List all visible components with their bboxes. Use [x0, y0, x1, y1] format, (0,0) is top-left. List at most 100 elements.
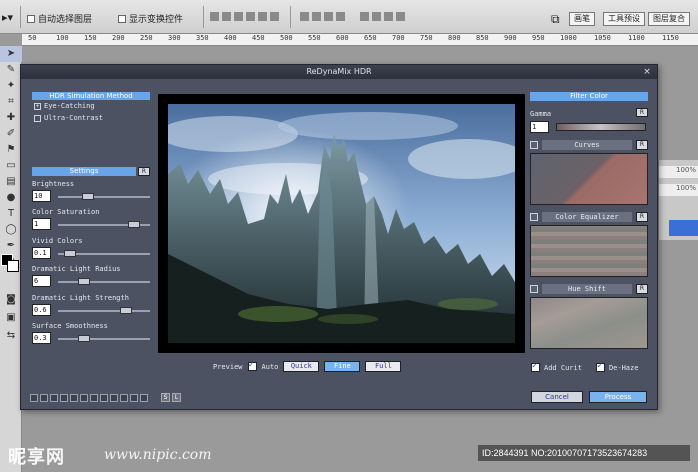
color-equalizer-reset-button[interactable]: R: [636, 212, 648, 222]
load-preset-icon[interactable]: L: [172, 393, 181, 402]
distribute-center-icon[interactable]: [396, 12, 405, 21]
preset-slot[interactable]: [140, 394, 148, 402]
auto-select-layer-option[interactable]: 自动选择图层: [27, 12, 92, 25]
process-button[interactable]: Process: [589, 391, 647, 403]
param-value-field[interactable]: 10: [32, 190, 51, 202]
align-top-icon[interactable]: [210, 12, 219, 21]
gamma-value-field[interactable]: 1: [530, 121, 549, 133]
slider-track[interactable]: [58, 281, 150, 283]
align-bottom-icon[interactable]: [234, 12, 243, 21]
opacity-field[interactable]: 100%: [659, 166, 698, 178]
shape-tool-icon[interactable]: ◯: [0, 222, 22, 238]
param-value-field[interactable]: 0.3: [32, 332, 51, 344]
hue-shift-enable-checkbox[interactable]: [530, 285, 538, 293]
align-center-icon[interactable]: [258, 12, 267, 21]
selected-layer[interactable]: [669, 220, 698, 236]
color-equalizer-enable-checkbox[interactable]: [530, 213, 538, 221]
auto-preview-checkbox[interactable]: [247, 360, 257, 371]
save-preset-icon[interactable]: S: [161, 393, 170, 402]
stamp-tool-icon[interactable]: ⚑: [0, 142, 22, 158]
hue-shift-reset-button[interactable]: R: [636, 284, 648, 294]
slider-knob[interactable]: [82, 193, 94, 200]
workspace-button-brush[interactable]: 画笔: [569, 12, 595, 26]
distribute-h-icon[interactable]: [360, 12, 369, 21]
workspace-icon[interactable]: ⧉: [551, 12, 560, 27]
slider-track[interactable]: [58, 338, 150, 340]
preset-slot[interactable]: [30, 394, 38, 402]
distribute-middle-icon[interactable]: [312, 12, 321, 21]
align-right-icon[interactable]: [270, 12, 279, 21]
close-icon[interactable]: ×: [641, 65, 653, 79]
param-value-field[interactable]: 0.6: [32, 304, 51, 316]
preview-area[interactable]: [158, 94, 525, 353]
slider-knob[interactable]: [78, 335, 90, 342]
slider-knob[interactable]: [64, 250, 76, 257]
preset-slot[interactable]: [40, 394, 48, 402]
preset-slot[interactable]: [70, 394, 78, 402]
preview-fine-button[interactable]: Fine: [324, 361, 361, 372]
preset-slot[interactable]: [110, 394, 118, 402]
settings-reset-button[interactable]: R: [138, 167, 150, 176]
distribute-left-icon[interactable]: [336, 12, 345, 21]
slider-knob[interactable]: [78, 278, 90, 285]
eraser-tool-icon[interactable]: ▭: [0, 158, 22, 174]
gamma-slider[interactable]: [556, 123, 646, 131]
distribute-top-icon[interactable]: [300, 12, 309, 21]
preset-slot[interactable]: [100, 394, 108, 402]
eyedropper-tool-icon[interactable]: ✒: [0, 238, 22, 254]
distribute-v-icon[interactable]: [372, 12, 381, 21]
auto-select-checkbox[interactable]: [27, 14, 35, 23]
align-middle-icon[interactable]: [222, 12, 231, 21]
fill-field[interactable]: 100%: [659, 184, 698, 196]
preview-quick-button[interactable]: Quick: [283, 361, 320, 372]
align-left-icon[interactable]: [246, 12, 255, 21]
distribute-buttons-group[interactable]: [300, 12, 345, 21]
align-buttons-group[interactable]: [210, 12, 279, 21]
add-curit-checkbox[interactable]: [531, 361, 540, 372]
color-equalizer-preview[interactable]: [530, 225, 648, 277]
distribute-right-icon[interactable]: [384, 12, 393, 21]
quick-mask-icon[interactable]: ◙: [0, 292, 22, 308]
preview-full-button[interactable]: Full: [365, 361, 402, 372]
preset-slot[interactable]: [60, 394, 68, 402]
healing-brush-icon[interactable]: ✚: [0, 110, 22, 126]
preset-slot[interactable]: [130, 394, 138, 402]
curves-preview[interactable]: [530, 153, 648, 205]
slider-track[interactable]: [58, 196, 150, 198]
distribute-buttons-group-2[interactable]: [360, 12, 405, 21]
preset-slot[interactable]: [90, 394, 98, 402]
screen-mode-icon[interactable]: ▣: [0, 310, 22, 326]
brush-tool-icon[interactable]: ✐: [0, 126, 22, 142]
workspace-button-tool-presets[interactable]: 工具预设: [603, 12, 645, 26]
crop-tool-icon[interactable]: ⌗: [0, 94, 22, 110]
workspace-button-layer-comps[interactable]: 图层复合: [648, 12, 690, 26]
curves-reset-button[interactable]: R: [636, 140, 648, 150]
background-color-swatch[interactable]: [7, 260, 19, 272]
distribute-bottom-icon[interactable]: [324, 12, 333, 21]
mode-eye-catching[interactable]: + Eye-Catching: [34, 102, 95, 110]
move-tool-icon[interactable]: ➤: [0, 46, 22, 62]
slider-knob[interactable]: [120, 307, 132, 314]
param-value-field[interactable]: 1: [32, 218, 51, 230]
cancel-button[interactable]: Cancel: [531, 391, 583, 403]
de-haze-checkbox[interactable]: [595, 361, 605, 372]
expand-icon[interactable]: +: [34, 102, 41, 110]
preset-slot[interactable]: [80, 394, 88, 402]
magic-wand-icon[interactable]: ✦: [0, 78, 22, 94]
slider-knob[interactable]: [128, 221, 140, 228]
dodge-tool-icon[interactable]: ●: [0, 190, 22, 206]
show-transform-checkbox[interactable]: [118, 14, 126, 23]
gradient-tool-icon[interactable]: ▤: [0, 174, 22, 190]
gamma-reset-button[interactable]: R: [636, 108, 648, 117]
lasso-tool-icon[interactable]: ✎: [0, 62, 22, 78]
param-value-field[interactable]: 0.1: [32, 247, 51, 259]
slider-track[interactable]: [58, 310, 150, 312]
show-transform-option[interactable]: 显示变换控件: [118, 12, 183, 25]
expand-icon[interactable]: [34, 114, 41, 122]
mode-ultra-contrast[interactable]: Ultra-Contrast: [34, 114, 103, 122]
preset-slot[interactable]: [120, 394, 128, 402]
jump-to-icon[interactable]: ⇆: [0, 328, 22, 344]
param-value-field[interactable]: 6: [32, 275, 51, 287]
type-tool-icon[interactable]: T: [0, 206, 22, 222]
move-tool-icon[interactable]: ▸▾: [2, 11, 13, 24]
